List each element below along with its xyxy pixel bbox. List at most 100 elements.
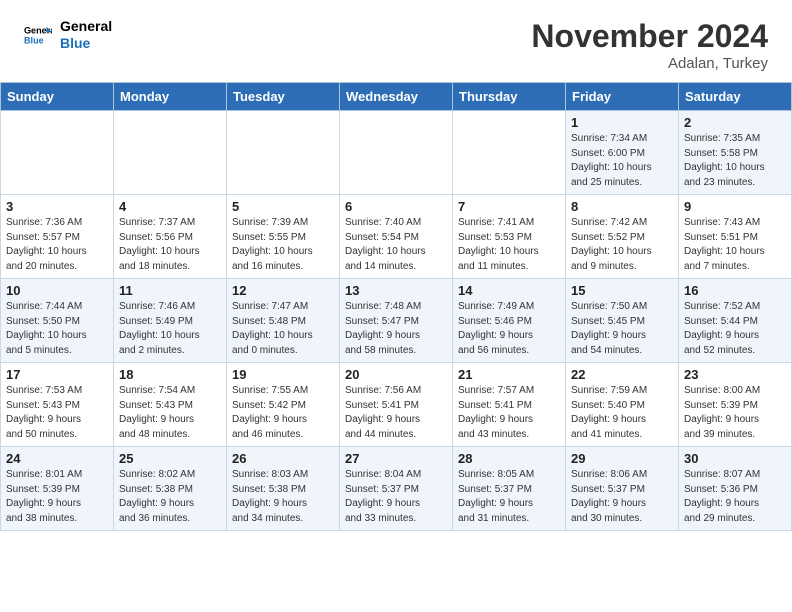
calendar-cell: 1 Sunrise: 7:34 AM Sunset: 6:00 PM Daylig… [566,111,679,195]
location-subtitle: Adalan, Turkey [531,55,768,72]
cell-info: Sunrise: 7:39 AM Sunset: 5:55 PM Dayligh… [232,216,334,274]
day-number: 1 [571,115,673,130]
day-number: 27 [345,451,447,466]
calendar-week-1: 1 Sunrise: 7:34 AM Sunset: 6:00 PM Daylig… [1,111,792,195]
calendar-cell: 20 Sunrise: 7:56 AM Sunset: 5:41 PM Dayli… [340,363,453,447]
day-number: 4 [119,199,221,214]
calendar-cell [1,111,114,195]
calendar-cell: 11Sunrise: 7:46 AM Sunset: 5:49 PM Dayli… [114,279,227,363]
day-number: 3 [6,199,108,214]
day-number: 14 [458,283,560,298]
cell-info: Sunrise: 7:52 AM Sunset: 5:44 PM Dayligh… [684,300,786,358]
weekday-header-monday: Monday [114,83,227,111]
calendar-week-4: 17 Sunrise: 7:53 AM Sunset: 5:43 PM Dayli… [1,363,792,447]
calendar-cell: 23 Sunrise: 8:00 AM Sunset: 5:39 PM Dayli… [679,363,792,447]
calendar-cell: 10 Sunrise: 7:44 AM Sunset: 5:50 PM Dayli… [1,279,114,363]
day-number: 16 [684,283,786,298]
day-number: 23 [684,367,786,382]
cell-info: Sunrise: 7:55 AM Sunset: 5:42 PM Dayligh… [232,384,334,442]
calendar-cell: 9 Sunrise: 7:43 AM Sunset: 5:51 PM Daylig… [679,195,792,279]
cell-info: Sunrise: 7:35 AM Sunset: 5:58 PM Dayligh… [684,132,786,190]
cell-info: Sunrise: 7:42 AM Sunset: 5:52 PM Dayligh… [571,216,673,274]
day-number: 29 [571,451,673,466]
weekday-header-saturday: Saturday [679,83,792,111]
calendar-cell: 17 Sunrise: 7:53 AM Sunset: 5:43 PM Dayli… [1,363,114,447]
day-number: 21 [458,367,560,382]
cell-info: Sunrise: 7:53 AM Sunset: 5:43 PM Dayligh… [6,384,108,442]
day-number: 19 [232,367,334,382]
month-title: November 2024 [531,18,768,55]
day-number: 20 [345,367,447,382]
cell-info: Sunrise: 7:44 AM Sunset: 5:50 PM Dayligh… [6,300,108,358]
calendar-cell: 22 Sunrise: 7:59 AM Sunset: 5:40 PM Dayli… [566,363,679,447]
calendar-cell: 15Sunrise: 7:50 AM Sunset: 5:45 PM Dayli… [566,279,679,363]
calendar-cell: 7 Sunrise: 7:41 AM Sunset: 5:53 PM Daylig… [453,195,566,279]
weekday-header-wednesday: Wednesday [340,83,453,111]
calendar-cell: 19 Sunrise: 7:55 AM Sunset: 5:42 PM Dayli… [227,363,340,447]
calendar-cell [453,111,566,195]
cell-info: Sunrise: 8:00 AM Sunset: 5:39 PM Dayligh… [684,384,786,442]
cell-info: Sunrise: 8:01 AM Sunset: 5:39 PM Dayligh… [6,468,108,526]
calendar-week-3: 10 Sunrise: 7:44 AM Sunset: 5:50 PM Dayli… [1,279,792,363]
page-header: General Blue General Blue November 2024 … [0,0,792,82]
day-number: 12 [232,283,334,298]
calendar-cell: 13 Sunrise: 7:48 AM Sunset: 5:47 PM Dayli… [340,279,453,363]
calendar-cell: 16 Sunrise: 7:52 AM Sunset: 5:44 PM Dayli… [679,279,792,363]
cell-info: Sunrise: 7:48 AM Sunset: 5:47 PM Dayligh… [345,300,447,358]
calendar-cell: 26 Sunrise: 8:03 AM Sunset: 5:38 PM Dayli… [227,447,340,531]
day-number: 25 [119,451,221,466]
calendar-cell: 4 Sunrise: 7:37 AM Sunset: 5:56 PM Daylig… [114,195,227,279]
calendar-cell: 25Sunrise: 8:02 AM Sunset: 5:38 PM Dayli… [114,447,227,531]
calendar-cell: 8 Sunrise: 7:42 AM Sunset: 5:52 PM Daylig… [566,195,679,279]
day-number: 9 [684,199,786,214]
svg-text:Blue: Blue [24,35,44,45]
day-number: 18 [119,367,221,382]
cell-info: Sunrise: 7:47 AM Sunset: 5:48 PM Dayligh… [232,300,334,358]
day-number: 2 [684,115,786,130]
cell-info: Sunrise: 8:07 AM Sunset: 5:36 PM Dayligh… [684,468,786,526]
calendar-cell: 24Sunrise: 8:01 AM Sunset: 5:39 PM Dayli… [1,447,114,531]
cell-info: Sunrise: 7:41 AM Sunset: 5:53 PM Dayligh… [458,216,560,274]
day-number: 10 [6,283,108,298]
calendar-cell: 6 Sunrise: 7:40 AM Sunset: 5:54 PM Daylig… [340,195,453,279]
calendar-week-2: 3Sunrise: 7:36 AM Sunset: 5:57 PM Daylig… [1,195,792,279]
calendar-cell [114,111,227,195]
calendar-cell: 27 Sunrise: 8:04 AM Sunset: 5:37 PM Dayli… [340,447,453,531]
cell-info: Sunrise: 7:56 AM Sunset: 5:41 PM Dayligh… [345,384,447,442]
calendar-cell: 28Sunrise: 8:05 AM Sunset: 5:37 PM Dayli… [453,447,566,531]
cell-info: Sunrise: 7:37 AM Sunset: 5:56 PM Dayligh… [119,216,221,274]
logo: General Blue General Blue [24,18,112,52]
calendar-cell: 5 Sunrise: 7:39 AM Sunset: 5:55 PM Daylig… [227,195,340,279]
day-number: 28 [458,451,560,466]
cell-info: Sunrise: 7:34 AM Sunset: 6:00 PM Dayligh… [571,132,673,190]
weekday-header-friday: Friday [566,83,679,111]
day-number: 13 [345,283,447,298]
calendar-cell: 21Sunrise: 7:57 AM Sunset: 5:41 PM Dayli… [453,363,566,447]
day-number: 30 [684,451,786,466]
cell-info: Sunrise: 7:59 AM Sunset: 5:40 PM Dayligh… [571,384,673,442]
day-number: 26 [232,451,334,466]
cell-info: Sunrise: 7:54 AM Sunset: 5:43 PM Dayligh… [119,384,221,442]
calendar-header-row: SundayMondayTuesdayWednesdayThursdayFrid… [1,83,792,111]
weekday-header-tuesday: Tuesday [227,83,340,111]
cell-info: Sunrise: 7:43 AM Sunset: 5:51 PM Dayligh… [684,216,786,274]
weekday-header-thursday: Thursday [453,83,566,111]
calendar-cell: 29Sunrise: 8:06 AM Sunset: 5:37 PM Dayli… [566,447,679,531]
day-number: 17 [6,367,108,382]
day-number: 7 [458,199,560,214]
day-number: 5 [232,199,334,214]
day-number: 22 [571,367,673,382]
cell-info: Sunrise: 8:04 AM Sunset: 5:37 PM Dayligh… [345,468,447,526]
day-number: 8 [571,199,673,214]
calendar-cell: 18 Sunrise: 7:54 AM Sunset: 5:43 PM Dayli… [114,363,227,447]
cell-info: Sunrise: 7:40 AM Sunset: 5:54 PM Dayligh… [345,216,447,274]
day-number: 6 [345,199,447,214]
calendar-cell [227,111,340,195]
logo-icon: General Blue [24,21,52,49]
cell-info: Sunrise: 7:49 AM Sunset: 5:46 PM Dayligh… [458,300,560,358]
day-number: 11 [119,283,221,298]
title-block: November 2024 Adalan, Turkey [531,18,768,72]
weekday-header-sunday: Sunday [1,83,114,111]
calendar-cell: 2 Sunrise: 7:35 AM Sunset: 5:58 PM Daylig… [679,111,792,195]
cell-info: Sunrise: 8:03 AM Sunset: 5:38 PM Dayligh… [232,468,334,526]
